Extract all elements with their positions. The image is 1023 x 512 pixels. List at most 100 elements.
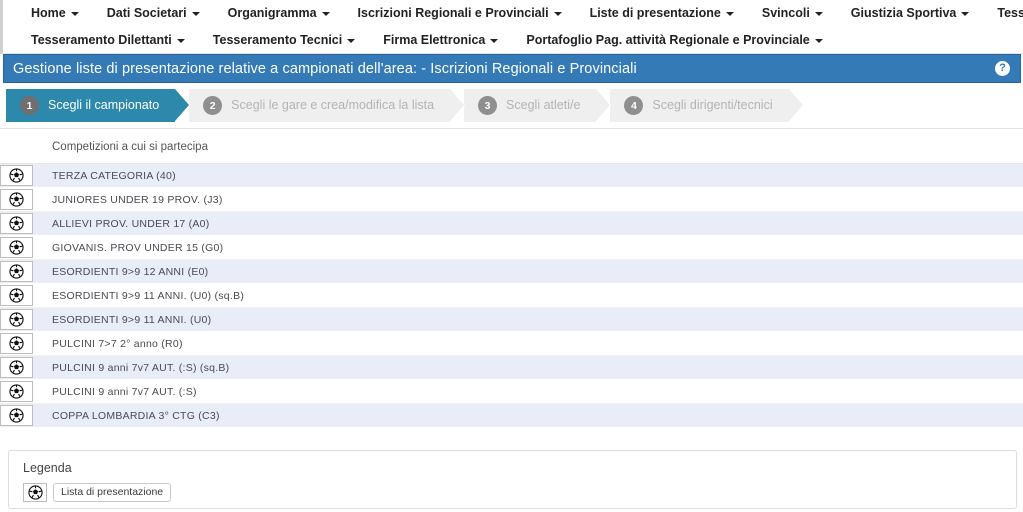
nav-item-label: Tesseramento Tecnici — [212, 33, 343, 47]
wizard-step-2[interactable]: 2 Scegli le gare e crea/modifica la list… — [189, 88, 465, 122]
nav-item-organigramma[interactable]: Organigramma — [214, 0, 344, 27]
nav-item-tesseramento-tecnici[interactable]: Tesseramento Tecnici — [199, 27, 369, 54]
nav-item-label: Portafoglio Pag. attività Regionale e Pr… — [526, 33, 810, 47]
nav-item-tesseramento-sgs[interactable]: Tesseramento SGS — [983, 0, 1023, 27]
table-row[interactable]: PULCINI 7>7 2° anno (R0) — [0, 332, 1023, 356]
nav-item-dati-societari[interactable]: Dati Societari — [93, 0, 214, 27]
wizard-step-3[interactable]: 3 Scegli atleti/e — [464, 88, 612, 122]
nav-item-iscrizioni-regionali-provinciali[interactable]: Iscrizioni Regionali e Provinciali — [344, 0, 576, 27]
help-icon[interactable]: ? — [995, 61, 1010, 76]
navbar-row-secondary: Tesseramento Dilettanti Tesseramento Tec… — [3, 27, 1023, 54]
wizard-step-label: Scegli atleti/e — [506, 98, 581, 113]
nav-item-home[interactable]: Home — [17, 0, 93, 27]
nav-item-firma-elettronica[interactable]: Firma Elettronica — [369, 27, 512, 54]
wizard-step-number: 4 — [624, 96, 644, 115]
page-header-bar: Gestione liste di presentazione relative… — [3, 54, 1021, 83]
nav-item-tesseramento-dilettanti[interactable]: Tesseramento Dilettanti — [17, 27, 199, 54]
chevron-down-icon — [70, 11, 79, 16]
chevron-down-icon — [814, 11, 823, 16]
soccer-ball-glyph — [27, 485, 43, 500]
row-spacer — [33, 188, 52, 211]
wizard-step-number: 1 — [20, 96, 39, 115]
nav-item-label: Firma Elettronica — [383, 33, 486, 47]
competition-name: PULCINI 9 anni 7v7 AUT. (:S) (sq.B) — [52, 361, 230, 374]
row-spacer — [33, 404, 52, 427]
row-spacer — [33, 164, 52, 187]
competition-name: ESORDIENTI 9>9 11 ANNI. (U0) — [52, 313, 212, 326]
legend-item-label: Lista di presentazione — [53, 483, 172, 502]
wizard-container: 1 Scegli il campionato 2 Scegli le gare … — [0, 83, 1023, 129]
competition-name: TERZA CATEGORIA (40) — [52, 169, 176, 182]
chevron-down-icon — [725, 11, 734, 16]
row-spacer — [33, 236, 52, 259]
nav-item-portafoglio-pagamenti[interactable]: Portafoglio Pag. attività Regionale e Pr… — [512, 27, 836, 54]
nav-item-svincoli[interactable]: Svincoli — [748, 0, 837, 27]
soccer-ball-icon[interactable] — [0, 405, 33, 426]
table-row[interactable]: ESORDIENTI 9>9 12 ANNI (E0) — [0, 260, 1023, 284]
nav-item-label: Home — [31, 6, 66, 20]
table-row[interactable]: JUNIORES UNDER 19 PROV. (J3) — [0, 188, 1023, 212]
competition-name: ESORDIENTI 9>9 12 ANNI (E0) — [52, 265, 209, 278]
soccer-ball-glyph — [9, 360, 24, 375]
soccer-ball-icon[interactable] — [0, 357, 33, 378]
soccer-ball-icon[interactable] — [0, 165, 33, 186]
nav-item-label: Tesseramento Dilettanti — [31, 33, 172, 47]
row-spacer — [33, 284, 52, 307]
competitions-table: Competizioni a cui si partecipa TERZA CA… — [0, 129, 1023, 428]
row-spacer — [33, 356, 52, 379]
nav-item-liste-di-presentazione[interactable]: Liste di presentazione — [576, 0, 748, 27]
soccer-ball-icon[interactable] — [0, 261, 33, 282]
competition-name: PULCINI 7>7 2° anno (R0) — [52, 337, 183, 350]
nav-item-label: Tesseramento SGS — [997, 6, 1023, 20]
table-row[interactable]: GIOVANIS. PROV UNDER 15 (G0) — [0, 236, 1023, 260]
nav-item-label: Dati Societari — [106, 6, 187, 20]
chevron-down-icon — [490, 38, 499, 43]
chevron-down-icon — [191, 11, 200, 16]
soccer-ball-icon[interactable] — [0, 237, 33, 258]
legend-title: Legenda — [23, 461, 72, 475]
soccer-ball-icon[interactable] — [0, 213, 33, 234]
row-spacer — [33, 308, 52, 331]
soccer-ball-glyph — [9, 408, 24, 423]
nav-item-label: Svincoli — [761, 6, 810, 20]
chevron-down-icon — [321, 11, 330, 16]
wizard-steps: 1 Scegli il campionato 2 Scegli le gare … — [6, 88, 1023, 122]
column-header-competitions: Competizioni a cui si partecipa — [0, 129, 1023, 164]
row-spacer — [33, 260, 52, 283]
soccer-ball-icon[interactable] — [0, 189, 33, 210]
soccer-ball-glyph — [9, 168, 24, 183]
table-row[interactable]: PULCINI 9 anni 7v7 AUT. (:S) (sq.B) — [0, 356, 1023, 380]
competition-name: COPPA LOMBARDIA 3° CTG (C3) — [52, 409, 220, 422]
table-row[interactable]: COPPA LOMBARDIA 3° CTG (C3) — [0, 404, 1023, 428]
navbar-row-primary: Home Dati Societari Organigramma Iscrizi… — [3, 0, 1023, 27]
soccer-ball-icon — [23, 483, 47, 502]
soccer-ball-icon[interactable] — [0, 381, 33, 402]
row-spacer — [33, 332, 52, 355]
soccer-ball-glyph — [9, 288, 24, 303]
competition-name: ESORDIENTI 9>9 11 ANNI. (U0) (sq.B) — [52, 289, 245, 302]
table-row[interactable]: TERZA CATEGORIA (40) — [0, 164, 1023, 188]
wizard-step-1[interactable]: 1 Scegli il campionato — [6, 88, 191, 122]
wizard-step-number: 2 — [203, 96, 223, 115]
competition-name: PULCINI 9 anni 7v7 AUT. (:S) — [52, 385, 197, 398]
soccer-ball-glyph — [9, 312, 24, 327]
wizard-step-4[interactable]: 4 Scegli dirigenti/tecnici — [610, 88, 804, 122]
table-row[interactable]: ALLIEVI PROV. UNDER 17 (A0) — [0, 212, 1023, 236]
legend-panel: Legenda Lista di presentazione — [8, 450, 1017, 509]
competitions-row-list: TERZA CATEGORIA (40) JUNIORES UNDER 19 PR… — [0, 164, 1023, 428]
nav-item-label: Iscrizioni Regionali e Provinciali — [357, 6, 549, 20]
nav-item-label: Giustizia Sportiva — [850, 6, 957, 20]
nav-item-label: Liste di presentazione — [589, 6, 721, 20]
soccer-ball-glyph — [9, 264, 24, 279]
nav-item-giustizia-sportiva[interactable]: Giustizia Sportiva — [837, 0, 984, 27]
table-row[interactable]: ESORDIENTI 9>9 11 ANNI. (U0) — [0, 308, 1023, 332]
soccer-ball-icon[interactable] — [0, 285, 33, 306]
wizard-step-number: 3 — [478, 96, 498, 115]
soccer-ball-icon[interactable] — [0, 309, 33, 330]
legend-item: Lista di presentazione — [9, 483, 1016, 508]
soccer-ball-icon[interactable] — [0, 333, 33, 354]
chevron-down-icon — [814, 38, 823, 43]
table-row[interactable]: PULCINI 9 anni 7v7 AUT. (:S) — [0, 380, 1023, 404]
page-title: Gestione liste di presentazione relative… — [13, 60, 637, 77]
table-row[interactable]: ESORDIENTI 9>9 11 ANNI. (U0) (sq.B) — [0, 284, 1023, 308]
